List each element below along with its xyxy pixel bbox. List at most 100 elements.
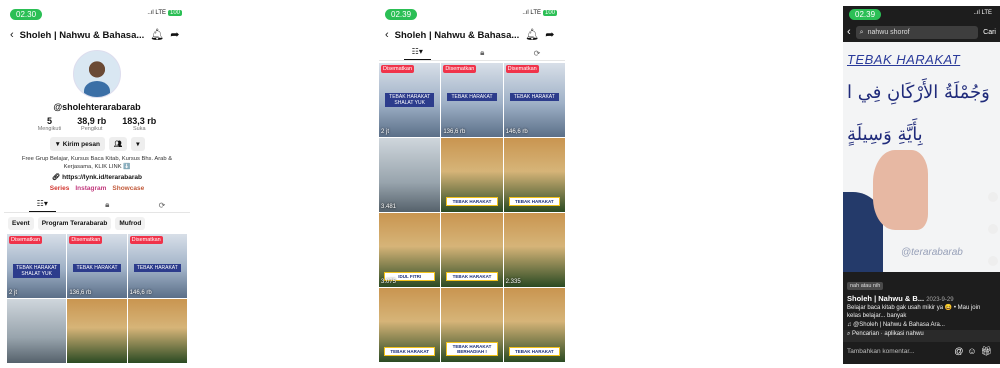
video-frame[interactable]: TEBAK HARAKAT وَجُمْلَةُ الأَرْكَانِ فِي… — [843, 42, 1000, 272]
chip-showcase[interactable]: Showcase — [112, 185, 144, 192]
comment-emoji-icons[interactable]: @☺🎁︎ — [954, 346, 996, 357]
related-search[interactable]: ⌕ Pencarian · aplikasi nahwu — [843, 330, 1000, 342]
view-count: 136,6 rb — [69, 290, 92, 296]
video-thumbnail[interactable]: Disematkan TEBAK HARAKAT 136,6 rb — [67, 234, 127, 298]
profile-actions: ▼ Kirim pesan 👥︎ ▾ — [4, 137, 190, 151]
send-message-button[interactable]: ▼ Kirim pesan — [49, 137, 105, 151]
video-caption: TEBAK HARAKAT SHALAT YUK — [13, 264, 61, 278]
playlist-event[interactable]: Event — [8, 217, 34, 230]
back-icon[interactable]: ‹ — [10, 29, 14, 41]
video-thumbnail[interactable]: TEBAK HARAKAT — [441, 138, 503, 212]
chevron-down-icon: ▾ — [136, 141, 140, 148]
video-grid-screen: 02.39 ..ıl LTE 100 ‹ Sholeh | Nahwu & Bah… — [379, 6, 565, 364]
like-icon[interactable] — [988, 224, 998, 234]
avatar[interactable] — [73, 50, 121, 98]
video-grid: Disematkan TEBAK HARAKAT SHALAT YUK 2 jt D… — [4, 234, 190, 363]
creator-avatar[interactable] — [988, 192, 998, 202]
back-icon[interactable]: ‹ — [385, 29, 389, 41]
video-grid: Disematkan TEBAK HARAKAT SHALAT YUK 2 jt D… — [379, 63, 565, 362]
profile-header: ‹ Sholeh | Nahwu & Bahasa... 🔔︎ ➦ — [4, 24, 190, 46]
video-thumbnail[interactable]: TEBAK HARAKAT — [503, 138, 565, 212]
view-count: 2.335 — [505, 279, 521, 285]
video-caption: TEBAK HARAKAT — [508, 347, 560, 356]
video-thumbnail[interactable]: 3.481 — [379, 138, 441, 212]
share-icon[interactable]: ➦ — [170, 29, 179, 41]
video-description[interactable]: Belajar baca kitab gak usah mikir ya 😄 •… — [847, 305, 982, 320]
status-time: 02.30 — [10, 9, 43, 20]
back-icon[interactable]: ‹ — [847, 27, 851, 38]
video-caption: TEBAK HARAKAT — [73, 264, 121, 272]
video-meta: nah atau nih Sholeh | Nahwu & B... 2023-… — [847, 274, 982, 328]
tab-videos-grid-icon[interactable]: ☷▾ — [28, 199, 56, 212]
video-thumbnail[interactable] — [7, 299, 67, 363]
battery-indicator: 100 — [542, 10, 557, 16]
video-thumbnail[interactable]: IDUL FITRI 3.075 — [379, 213, 441, 287]
video-thumbnail[interactable]: Disematkan TEBAK HARAKAT SHALAT YUK 2 jt — [379, 63, 441, 137]
stat-followers[interactable]: 38,9 rb Pengikut — [77, 116, 106, 132]
board-arabic-line: بِأَيَّةِ وَسِيلَةٍ — [847, 124, 923, 145]
tab-reposts-icon[interactable]: ⟳ — [159, 201, 166, 210]
side-actions — [988, 192, 998, 266]
video-thumbnail[interactable] — [67, 299, 127, 363]
video-thumbnail[interactable]: TEBAK HARAKAT BERHADIAH ! — [441, 288, 503, 362]
comment-input[interactable]: Tambahkan komentar... — [847, 348, 915, 355]
video-author[interactable]: Sholeh | Nahwu & B... 2023-9-29 — [847, 294, 982, 303]
pinned-badge: Disematkan — [443, 65, 477, 73]
search-input[interactable]: ⌕ nahwu shorof — [855, 26, 979, 39]
comment-bar: Tambahkan komentar... @☺🎁︎ — [847, 346, 996, 357]
signal-indicator: ..ıl LTE 100 — [147, 10, 182, 16]
tab-reposts-icon[interactable]: ⟳ — [534, 49, 541, 58]
link-icon: 🔗︎ — [52, 174, 63, 181]
bell-icon[interactable]: 🔔︎ — [525, 29, 539, 41]
profile-link[interactable]: 🔗︎ https://lynk.id/terarabarab — [4, 173, 190, 181]
search-bar: ‹ ⌕ nahwu shorof Cari — [847, 25, 996, 40]
board-watermark: @terarabarab — [901, 247, 963, 258]
video-thumbnail[interactable]: Disematkan TEBAK HARAKAT SHALAT YUK 2 jt — [7, 234, 67, 298]
signal-indicator: ..ıl LTE 100 — [522, 10, 557, 16]
presenter-hand — [873, 150, 928, 230]
profile-stats: 5 Mengikuti 38,9 rb Pengikut 183,3 rb Suka — [4, 116, 190, 132]
video-thumbnail[interactable]: TEBAK HARAKAT — [503, 288, 565, 362]
video-thumbnail[interactable]: 2.335 — [503, 213, 565, 287]
profile-bio: Free Grup Belajar, Kursus Baca Kitab, Ku… — [21, 156, 173, 170]
video-music[interactable]: ♫ @Sholeh | Nahwu & Bahasa Ara... — [847, 322, 982, 328]
more-dropdown-button[interactable]: ▾ — [131, 137, 145, 151]
search-button[interactable]: Cari — [983, 29, 996, 36]
search-icon: ⌕ — [859, 28, 864, 36]
stat-likes: 183,3 rb Suka — [122, 116, 157, 132]
status-bar: 02.30 ..ıl LTE 100 — [4, 6, 190, 24]
share-icon[interactable]: ➦ — [545, 29, 554, 41]
comment-icon[interactable] — [988, 256, 998, 266]
add-friend-button[interactable]: 👥︎ — [108, 137, 128, 151]
view-count: 146,6 rb — [129, 290, 152, 296]
view-count: 3.481 — [381, 204, 397, 210]
playlist-row: Event Program Terarabarab Mufrod — [4, 213, 190, 234]
video-caption: TEBAK HARAKAT BERHADIAH ! — [446, 342, 498, 356]
video-thumbnail[interactable]: Disematkan TEBAK HARAKAT 146,6 rb — [503, 63, 565, 137]
bell-icon[interactable]: 🔔︎ — [150, 29, 164, 41]
video-caption: TEBAK HARAKAT SHALAT YUK — [385, 93, 435, 107]
profile-handle: @sholehterarabarab — [53, 102, 141, 112]
video-thumbnail[interactable]: Disematkan TEBAK HARAKAT 136,6 rb — [441, 63, 503, 137]
video-thumbnail[interactable]: Disematkan TEBAK HARAKAT 146,6 rb — [127, 234, 187, 298]
video-caption: TEBAK HARAKAT — [446, 197, 498, 206]
tab-private-lock-icon[interactable]: 🔒︎ — [480, 48, 484, 58]
status-time: 02.39 — [385, 9, 418, 20]
video-date: 2023-9-29 — [926, 297, 954, 303]
video-thumbnail[interactable] — [127, 299, 187, 363]
profile-screen: 02.30 ..ıl LTE 100 ‹ Sholeh | Nahwu & Bah… — [4, 6, 190, 364]
battery-indicator: 100 — [167, 10, 182, 16]
chip-instagram[interactable]: Instagram — [75, 185, 106, 192]
stat-following[interactable]: 5 Mengikuti — [38, 116, 62, 132]
tab-private-lock-icon[interactable]: 🔒︎ — [105, 200, 109, 210]
video-thumbnail[interactable]: TEBAK HARAKAT — [379, 288, 441, 362]
video-caption: TEBAK HARAKAT — [509, 93, 559, 101]
playlist-mufrod[interactable]: Mufrod — [115, 217, 146, 230]
chip-series[interactable]: Series — [50, 185, 70, 192]
pinned-badge: Disematkan — [69, 236, 103, 244]
playlist-program[interactable]: Program Terarabarab — [37, 217, 112, 230]
video-caption: TEBAK HARAKAT — [384, 347, 436, 356]
video-thumbnail[interactable]: TEBAK HARAKAT — [441, 213, 503, 287]
signal-indicator: ..ıl LTE — [973, 10, 992, 16]
tab-videos-grid-icon[interactable]: ☷▾ — [403, 47, 431, 60]
